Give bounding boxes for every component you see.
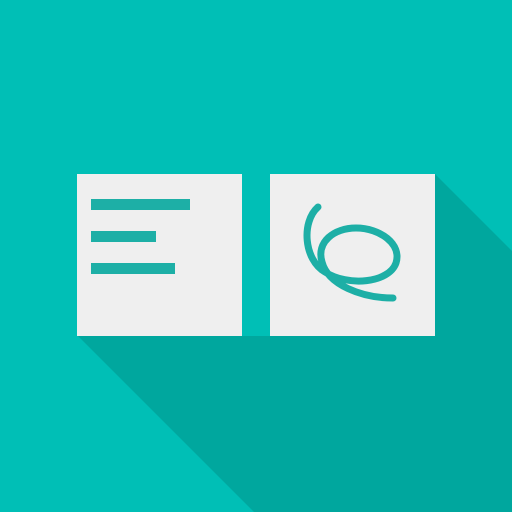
handwriting-card [270, 174, 435, 336]
text-card [77, 174, 242, 336]
text-card-background [77, 174, 242, 336]
text-line-2 [91, 231, 156, 242]
app-icon [0, 0, 512, 512]
text-line-1 [91, 199, 190, 210]
handwriting-card-background [270, 174, 435, 336]
app-icon-graphic [0, 0, 512, 512]
text-line-3 [91, 263, 175, 274]
